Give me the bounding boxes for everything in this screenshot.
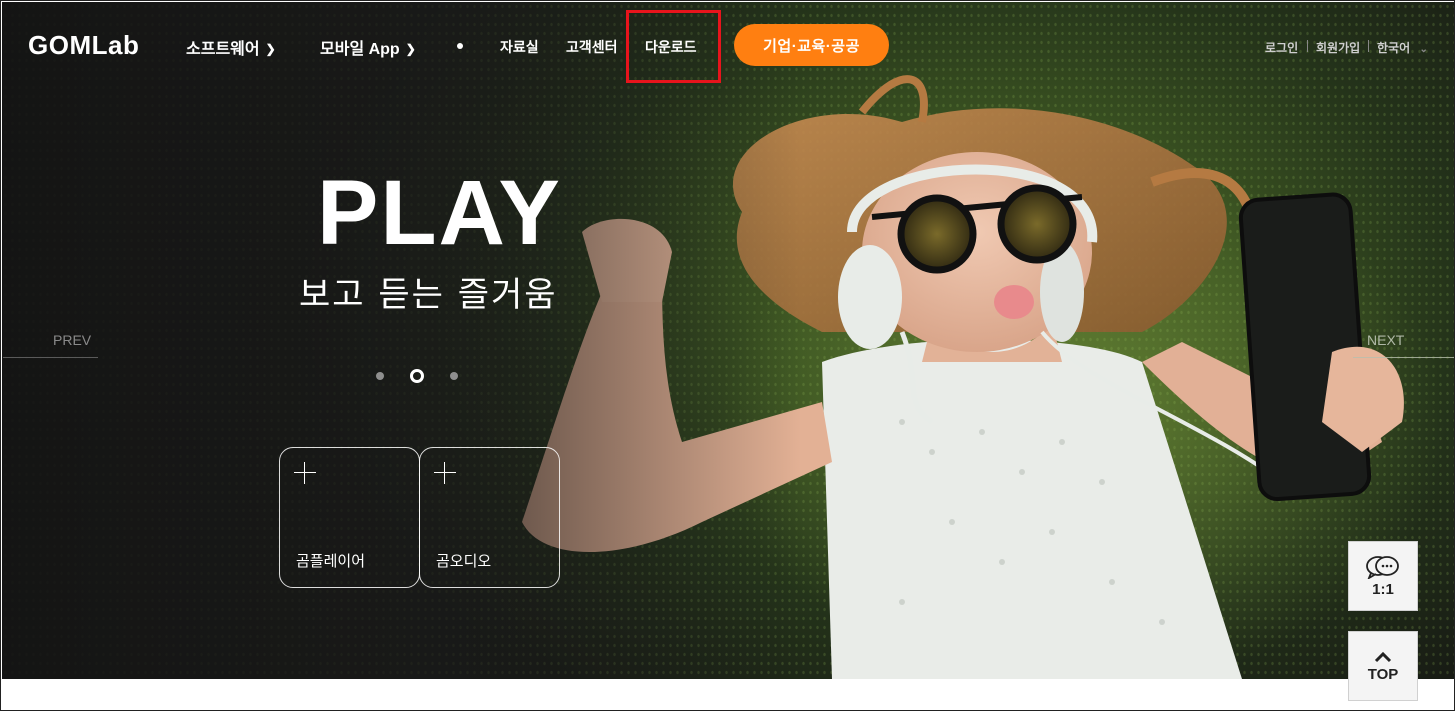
chevron-down-icon: ⌄ — [1419, 44, 1428, 55]
card-label: 곰플레이어 — [296, 552, 366, 570]
top-label: TOP — [1367, 665, 1399, 683]
util-divider — [1307, 40, 1308, 52]
plus-icon — [294, 462, 316, 484]
chevron-up-icon — [1374, 651, 1392, 662]
hero-subtitle: 보고 듣는 즐거움 — [299, 275, 558, 315]
slide-dot-2-active[interactable] — [410, 369, 424, 383]
nav-mobile-app[interactable]: 모바일 App ❯ — [320, 35, 416, 59]
nav-dot-separator — [457, 43, 463, 49]
gomlab-logo[interactable]: GOMLab — [28, 30, 139, 61]
chat-bubbles-icon — [1366, 555, 1399, 579]
language-select[interactable]: 한국어 ⌄ — [1377, 39, 1428, 56]
language-label: 한국어 — [1377, 41, 1411, 55]
browser-frame: GOMLab 소프트웨어 ❯ 모바일 App ❯ 자료실 고객센터 다운로드 기업·… — [0, 0, 1455, 711]
page-below-hero — [2, 679, 1454, 710]
site-header: GOMLab 소프트웨어 ❯ 모바일 App ❯ 자료실 고객센터 다운로드 기업·… — [2, 2, 1454, 83]
one-to-one-chat-button[interactable]: 1:1 — [1348, 541, 1418, 611]
slide-dot-3[interactable] — [450, 372, 458, 380]
scroll-to-top-button[interactable]: TOP — [1348, 631, 1418, 701]
slide-dot-1[interactable] — [376, 372, 384, 380]
business-education-public-button[interactable]: 기업·교육·공공 — [734, 24, 889, 66]
plus-icon — [434, 462, 456, 484]
download-highlight-box — [626, 10, 721, 83]
hero-dark-overlay — [2, 2, 1454, 679]
next-slide-button[interactable]: NEXT — [1367, 332, 1404, 348]
card-label: 곰오디오 — [436, 552, 492, 570]
chevron-down-icon: ❯ — [265, 42, 276, 56]
nav-mobile-app-label: 모바일 App — [320, 41, 400, 58]
signup-link[interactable]: 회원가입 — [1316, 39, 1360, 56]
nav-software-label: 소프트웨어 — [186, 41, 260, 58]
nav-support[interactable]: 고객센터 — [566, 37, 618, 57]
chat-label: 1:1 — [1372, 580, 1394, 598]
logo-main: GOM — [28, 30, 92, 60]
chevron-down-icon: ❯ — [405, 42, 416, 56]
nav-software[interactable]: 소프트웨어 ❯ — [186, 35, 276, 59]
product-card-gomplayer[interactable]: 곰플레이어 — [279, 447, 420, 588]
hero-banner — [2, 2, 1454, 679]
product-card-gomaudio[interactable]: 곰오디오 — [419, 447, 560, 588]
prev-slide-button[interactable]: PREV — [53, 332, 91, 348]
hero-title: PLAY — [317, 162, 562, 264]
prev-line — [3, 357, 98, 358]
nav-resources[interactable]: 자료실 — [500, 37, 539, 57]
logo-sub: Lab — [91, 30, 140, 60]
next-line — [1353, 357, 1454, 358]
util-divider — [1368, 40, 1369, 52]
login-link[interactable]: 로그인 — [1265, 39, 1298, 56]
